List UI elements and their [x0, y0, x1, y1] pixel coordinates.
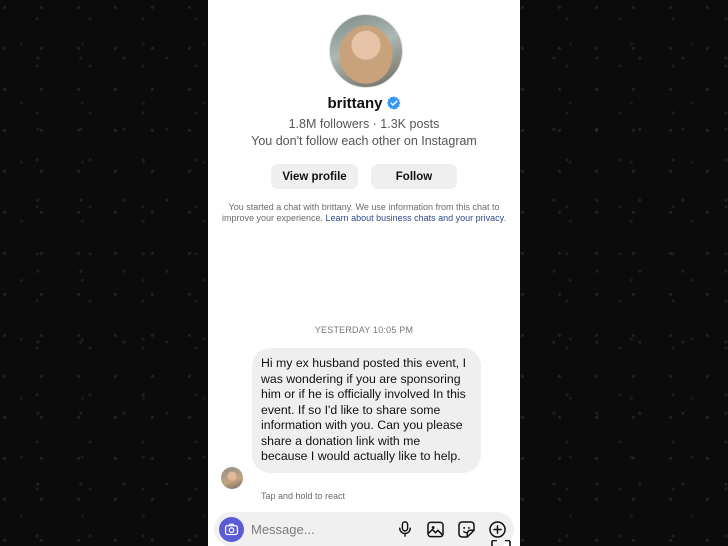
camera-icon [224, 523, 239, 536]
privacy-link[interactable]: Learn about business chats and your priv… [326, 213, 504, 223]
react-hint: Tap and hold to react [261, 491, 346, 501]
sender-avatar[interactable] [221, 467, 243, 489]
message-composer [214, 512, 514, 546]
message-bubble[interactable]: Hi my ex husband posted this event, I wa… [252, 348, 481, 473]
business-chat-disclaimer: You started a chat with brittany. We use… [218, 202, 510, 224]
message-timestamp: YESTERDAY 10:05 PM [314, 325, 414, 335]
gallery-icon [426, 521, 444, 537]
chat-screen: brittany 1.8M followers · 1.3K posts You… [208, 0, 520, 546]
microphone-icon [399, 521, 411, 537]
plus-circle-icon [488, 520, 506, 538]
profile-name-row: brittany [208, 95, 520, 112]
camera-button[interactable] [219, 517, 244, 542]
view-profile-button[interactable]: View profile [271, 164, 358, 189]
sticker-icon [457, 520, 475, 538]
voice-message-button[interactable] [394, 518, 416, 540]
scan-corner-icon [491, 540, 511, 546]
message-input[interactable] [251, 520, 371, 538]
profile-avatar[interactable] [329, 14, 403, 88]
profile-username: brittany [327, 95, 383, 112]
mutual-follow-note: You don't follow each other on Instagram [251, 134, 477, 148]
sticker-button[interactable] [455, 518, 477, 540]
profile-stats: 1.8M followers · 1.3K posts [288, 117, 440, 131]
gallery-button[interactable] [424, 518, 446, 540]
verified-badge-icon [386, 96, 400, 110]
follow-button[interactable]: Follow [371, 164, 457, 189]
disclaimer-end: . [503, 213, 507, 223]
more-options-button[interactable] [486, 518, 508, 540]
